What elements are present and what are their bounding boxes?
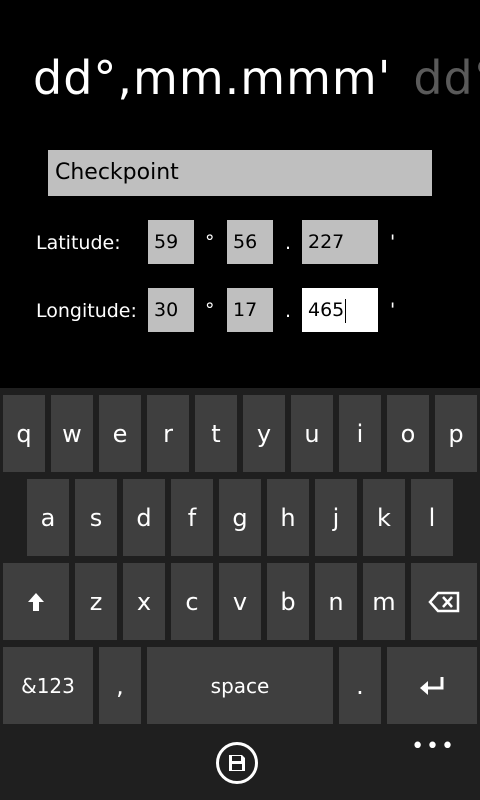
key-g[interactable]: g	[219, 479, 261, 556]
text-caret	[345, 298, 347, 323]
pivot-title-next[interactable]: dd°,mm.mmm'	[413, 48, 480, 108]
more-menu-button[interactable]: •••	[411, 734, 456, 759]
pivot-header: dd°,mm.mmm' dd°,mm.mmm'	[33, 48, 480, 118]
key-r[interactable]: r	[147, 395, 189, 472]
longitude-degrees-input[interactable]: 30	[148, 288, 194, 332]
key-m[interactable]: m	[363, 563, 405, 640]
longitude-decimal-point: .	[285, 300, 292, 322]
longitude-fraction-input[interactable]: 465	[302, 288, 378, 332]
longitude-minutes-input[interactable]: 17	[227, 288, 273, 332]
period-key[interactable]: .	[339, 647, 381, 724]
shift-key[interactable]	[3, 563, 69, 640]
save-icon	[229, 755, 245, 771]
key-n[interactable]: n	[315, 563, 357, 640]
key-p[interactable]: p	[435, 395, 477, 472]
key-v[interactable]: v	[219, 563, 261, 640]
space-key[interactable]: space	[147, 647, 333, 724]
key-b[interactable]: b	[267, 563, 309, 640]
key-o[interactable]: o	[387, 395, 429, 472]
key-u[interactable]: u	[291, 395, 333, 472]
latitude-fraction-input[interactable]: 227	[302, 220, 378, 264]
latitude-label: Latitude:	[36, 232, 121, 254]
key-e[interactable]: e	[99, 395, 141, 472]
key-i[interactable]: i	[339, 395, 381, 472]
key-t[interactable]: t	[195, 395, 237, 472]
key-s[interactable]: s	[75, 479, 117, 556]
longitude-label: Longitude:	[36, 300, 136, 322]
enter-key[interactable]	[387, 647, 477, 724]
longitude-degree-symbol: °	[205, 299, 215, 321]
key-j[interactable]: j	[315, 479, 357, 556]
save-button[interactable]	[216, 742, 258, 784]
latitude-decimal-point: .	[285, 232, 292, 254]
key-z[interactable]: z	[75, 563, 117, 640]
pivot-title-current[interactable]: dd°,mm.mmm'	[33, 48, 391, 108]
key-h[interactable]: h	[267, 479, 309, 556]
key-f[interactable]: f	[171, 479, 213, 556]
symbols-key[interactable]: &123	[3, 647, 93, 724]
shift-arrow-icon	[28, 592, 44, 611]
longitude-fraction-value: 465	[308, 299, 345, 321]
latitude-minute-symbol: '	[390, 231, 396, 253]
key-y[interactable]: y	[243, 395, 285, 472]
key-w[interactable]: w	[51, 395, 93, 472]
comma-key[interactable]: ,	[99, 647, 141, 724]
backspace-icon	[428, 591, 460, 612]
backspace-key[interactable]	[411, 563, 477, 640]
key-d[interactable]: d	[123, 479, 165, 556]
waypoint-name-input[interactable]: Checkpoint	[48, 150, 432, 196]
enter-arrow-icon	[420, 676, 444, 695]
longitude-minute-symbol: '	[390, 299, 396, 321]
latitude-degrees-input[interactable]: 59	[148, 220, 194, 264]
key-x[interactable]: x	[123, 563, 165, 640]
on-screen-keyboard: q w e r t y u i o p a s d f g h j k l z …	[0, 388, 480, 730]
latitude-degree-symbol: °	[205, 231, 215, 253]
latitude-minutes-input[interactable]: 56	[227, 220, 273, 264]
key-k[interactable]: k	[363, 479, 405, 556]
key-l[interactable]: l	[411, 479, 453, 556]
key-c[interactable]: c	[171, 563, 213, 640]
key-q[interactable]: q	[3, 395, 45, 472]
application-bar: •••	[0, 730, 480, 800]
key-a[interactable]: a	[27, 479, 69, 556]
